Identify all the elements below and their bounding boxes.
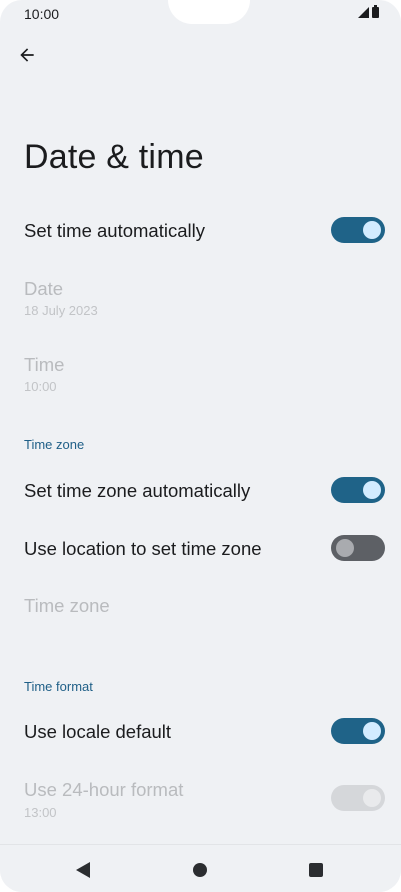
status-time: 10:00	[24, 6, 60, 22]
triangle-back-icon[interactable]	[76, 862, 90, 878]
switch-thumb	[363, 221, 381, 239]
date-label: Date	[24, 278, 64, 299]
camera-notch	[168, 0, 250, 24]
use-locale-default-label: Use locale default	[24, 721, 172, 742]
circle-home-icon[interactable]	[193, 863, 207, 877]
set-time-automatically-row[interactable]: Set time automatically	[0, 210, 401, 252]
arrow-left-icon	[20, 48, 34, 62]
use-locale-default-switch[interactable]	[331, 718, 385, 744]
switch-thumb	[363, 722, 381, 740]
use-24-hour-format-value: 13:00	[24, 805, 57, 820]
use-24-hour-format-row: Use 24-hour format 13:00	[0, 773, 401, 823]
status-bar: 10:00	[0, 0, 401, 30]
switch-thumb	[336, 539, 354, 557]
use-24-hour-format-label: Use 24-hour format	[24, 779, 184, 800]
date-value: 18 July 2023	[24, 303, 98, 318]
battery-icon	[372, 5, 379, 18]
time-format-section-header: Time format	[24, 679, 93, 694]
back-button[interactable]	[10, 38, 44, 72]
page-title: Date & time	[24, 138, 204, 176]
set-time-zone-automatically-label: Set time zone automatically	[24, 480, 251, 501]
use-location-time-zone-row[interactable]: Use location to set time zone	[0, 528, 401, 570]
set-time-zone-automatically-row[interactable]: Set time zone automatically	[0, 470, 401, 512]
status-icons	[358, 5, 379, 18]
use-locale-default-row[interactable]: Use locale default	[0, 711, 401, 753]
time-zone-section-header: Time zone	[24, 437, 85, 452]
time-value: 10:00	[24, 379, 57, 394]
use-24-hour-format-switch	[331, 785, 385, 811]
use-location-time-zone-label: Use location to set time zone	[24, 538, 262, 559]
switch-thumb	[363, 481, 381, 499]
date-row: Date 18 July 2023	[0, 272, 401, 322]
time-row: Time 10:00	[0, 348, 401, 398]
settings-screen: 10:00 Date & time Set time automatically…	[0, 0, 401, 892]
time-label: Time	[24, 354, 65, 375]
time-zone-label: Time zone	[24, 595, 110, 616]
set-time-zone-automatically-switch[interactable]	[331, 477, 385, 503]
time-zone-row: Time zone	[0, 588, 401, 628]
set-time-automatically-switch[interactable]	[331, 217, 385, 243]
use-location-time-zone-switch[interactable]	[331, 535, 385, 561]
switch-thumb	[363, 789, 381, 807]
set-time-automatically-label: Set time automatically	[24, 220, 205, 241]
square-recents-icon[interactable]	[309, 863, 323, 877]
signal-icon	[358, 7, 369, 18]
navigation-bar	[0, 844, 401, 892]
